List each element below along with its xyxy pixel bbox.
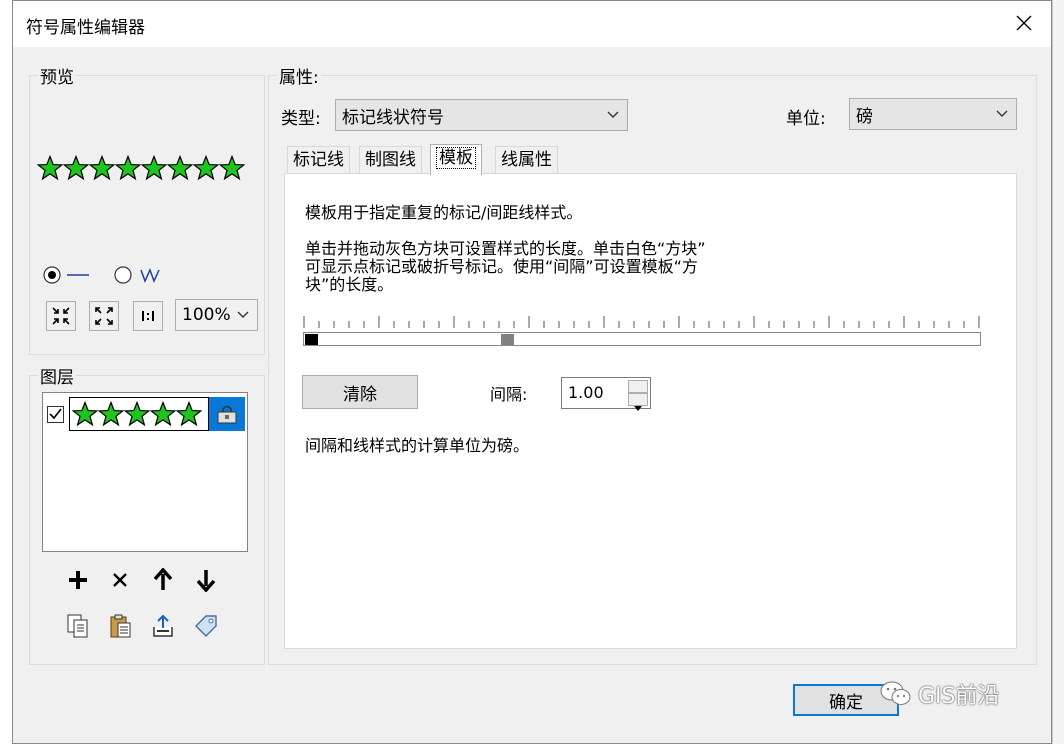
watermark-text: GIS前沿 (918, 684, 1000, 709)
close-x-icon (113, 573, 127, 587)
type-select[interactable]: 标记线状符号 (335, 99, 628, 131)
export-layer-button[interactable] (148, 611, 178, 641)
shrink-arrows-icon (52, 307, 70, 325)
line-style-radio-zigzag[interactable] (113, 264, 169, 286)
symbol-property-editor-dialog: 符号属性编辑器 预览 100% 图层 属性: 类型: 标记线状符号 单位: 磅 … (12, 0, 1052, 744)
star-marker-icon (141, 155, 167, 181)
wechat-logo-icon (880, 681, 911, 705)
type-value: 标记线状符号 (342, 107, 444, 128)
delete-layer-button[interactable] (105, 565, 135, 595)
chevron-down-icon (996, 110, 1008, 117)
unit-label: 单位: (786, 109, 826, 129)
template-tab-panel: 模板用于指定重复的标记/间距线样式。 单击并拖动灰色方块可设置样式的长度。单击白… (284, 173, 1017, 649)
star-marker-icon (219, 155, 245, 181)
tab-line-properties[interactable]: 线属性 (495, 146, 558, 174)
interval-decrement-button[interactable] (628, 393, 648, 411)
tab-template[interactable]: 模板 (430, 144, 482, 175)
ok-button-label: 确定 (829, 692, 863, 713)
star-marker-icon (63, 155, 89, 181)
background-window-right (1052, 0, 1064, 744)
zoom-select[interactable]: 100% (175, 299, 258, 331)
template-help-line-1: 单击并拖动灰色方块可设置样式的长度。单击白色“方块” (305, 239, 706, 258)
properties-legend: 属性: (279, 68, 319, 88)
star-marker-icon (37, 155, 63, 181)
chevron-down-icon (607, 111, 619, 118)
star-marker-icon (193, 155, 219, 181)
add-layer-button[interactable] (63, 565, 93, 595)
arrow-up-icon (153, 568, 173, 590)
tag-icon (195, 615, 217, 637)
layer-visibility-checkbox[interactable] (47, 406, 64, 423)
tab-marker-line[interactable]: 标记线 (287, 146, 350, 174)
template-track (303, 332, 981, 346)
actual-size-button[interactable] (133, 301, 163, 331)
arrow-down-icon (196, 570, 216, 592)
template-intro-text: 模板用于指定重复的标记/间距线样式。 (305, 203, 583, 222)
star-marker-icon (124, 401, 150, 427)
star-marker-icon (89, 155, 115, 181)
preview-legend: 预览 (40, 68, 74, 88)
star-marker-icon (98, 401, 124, 427)
interval-label: 间隔: (490, 385, 528, 404)
star-marker-icon (115, 155, 141, 181)
unit-select[interactable]: 磅 (849, 98, 1017, 130)
template-help-line-2: 可显示点标记或破折号标记。使用“间隔”可设置模板“方 (305, 257, 698, 276)
template-ruler[interactable] (303, 314, 982, 348)
unit-value: 磅 (856, 106, 873, 127)
move-layer-up-button[interactable] (148, 565, 178, 595)
star-marker-icon (72, 401, 98, 427)
close-icon[interactable] (1011, 10, 1037, 36)
layer-symbol-thumbnail (69, 397, 209, 431)
watermark: GIS前沿 (880, 678, 1000, 710)
interval-input[interactable]: 1.00 (561, 377, 651, 411)
interval-increment-button[interactable] (628, 380, 648, 398)
layer-lock-button[interactable] (209, 397, 245, 431)
preview-canvas (37, 155, 257, 183)
title-bar: 符号属性编辑器 (13, 1, 1051, 47)
zoom-value: 100% (182, 305, 231, 325)
layer-list (42, 392, 248, 552)
layer-row[interactable] (47, 397, 245, 431)
caret-down-icon (634, 406, 642, 411)
lock-icon (217, 405, 237, 424)
line-style-radio-straight[interactable] (43, 264, 95, 286)
template-help-line-3: 块”的长度。 (305, 275, 394, 294)
clear-button[interactable]: 清除 (302, 375, 418, 409)
unit-note-text: 间隔和线样式的计算单位为磅。 (305, 436, 530, 455)
star-marker-icon (176, 401, 202, 427)
export-icon (153, 614, 173, 637)
zoom-out-button[interactable] (89, 301, 119, 331)
star-marker-icon (150, 401, 176, 427)
tag-layer-button[interactable] (191, 611, 221, 641)
copy-icon (67, 614, 88, 638)
chevron-down-icon (237, 311, 249, 318)
type-label: 类型: (281, 109, 321, 129)
zoom-in-button[interactable] (46, 301, 76, 331)
template-mark-black-square (305, 334, 318, 345)
tab-cartographic-line[interactable]: 制图线 (359, 146, 422, 174)
tab-template-label: 模板 (436, 147, 476, 169)
plus-icon (69, 571, 87, 589)
interval-value: 1.00 (568, 383, 604, 402)
paste-icon (110, 614, 131, 638)
star-marker-icon (167, 155, 193, 181)
window-title: 符号属性编辑器 (26, 18, 145, 38)
expand-arrows-icon (95, 307, 113, 325)
copy-layer-button[interactable] (63, 611, 93, 641)
template-length-handle (501, 334, 514, 345)
layers-legend: 图层 (40, 368, 74, 388)
one-to-one-icon (142, 311, 154, 321)
move-layer-down-button[interactable] (191, 565, 221, 595)
paste-layer-button[interactable] (105, 611, 135, 641)
